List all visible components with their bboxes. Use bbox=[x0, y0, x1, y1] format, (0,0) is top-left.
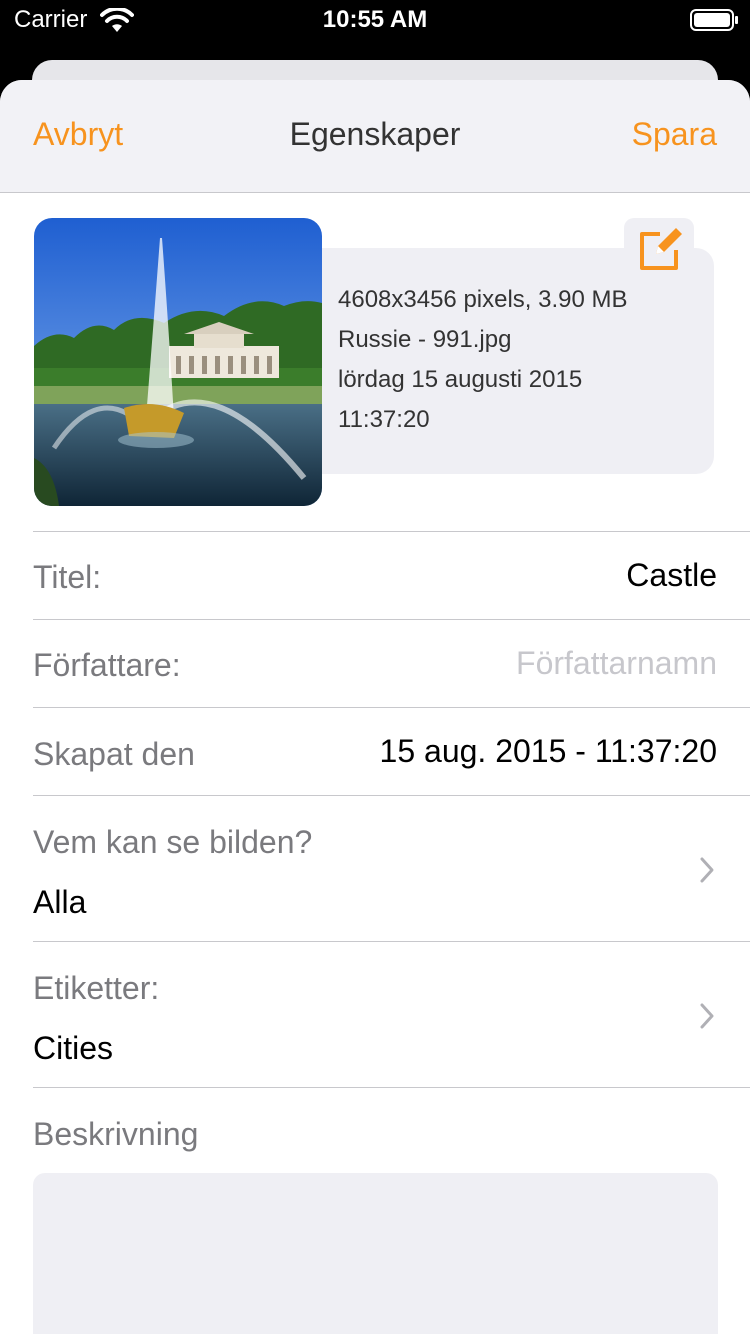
image-thumbnail[interactable] bbox=[34, 218, 322, 506]
created-label: Skapat den bbox=[33, 736, 195, 772]
title-label: Titel: bbox=[33, 559, 102, 595]
privacy-value: Alla bbox=[33, 884, 87, 920]
privacy-label: Vem kan se bilden? bbox=[33, 824, 313, 860]
clock: 10:55 AM bbox=[322, 6, 428, 33]
image-time: 11:37:20 bbox=[338, 406, 430, 433]
edit-icon bbox=[640, 228, 682, 270]
created-row[interactable]: Skapat den 15 aug. 2015 - 11:37:20 bbox=[33, 708, 717, 795]
title-row[interactable]: Titel: Castle bbox=[33, 532, 717, 619]
image-date: lördag 15 augusti 2015 bbox=[338, 366, 583, 393]
navigation-bar: Avbryt Egenskaper Spara bbox=[0, 80, 750, 193]
save-button[interactable]: Spara bbox=[632, 116, 717, 153]
status-bar: Carrier 10:55 AM bbox=[0, 0, 750, 44]
author-field[interactable]: Författarnamn bbox=[516, 645, 717, 682]
image-dimensions: 4608x3456 pixels, 3.90 MB bbox=[338, 286, 628, 313]
fountain-photo bbox=[34, 218, 322, 506]
edit-image-button[interactable] bbox=[624, 218, 694, 282]
author-row[interactable]: Författare: Författarnamn bbox=[33, 620, 717, 707]
tags-row[interactable]: Etiketter: Cities bbox=[33, 942, 717, 1087]
tags-label: Etiketter: bbox=[33, 970, 160, 1006]
created-date-field[interactable]: 15 aug. 2015 - 11:37:20 bbox=[380, 733, 717, 770]
description-header: Beskrivning bbox=[33, 1088, 717, 1168]
description-label: Beskrivning bbox=[33, 1116, 199, 1152]
privacy-row[interactable]: Vem kan se bilden? Alla bbox=[33, 796, 717, 941]
author-label: Författare: bbox=[33, 647, 181, 683]
description-textarea[interactable] bbox=[33, 1173, 718, 1334]
title-field[interactable]: Castle bbox=[626, 557, 717, 594]
battery-icon bbox=[690, 9, 738, 31]
properties-sheet: Avbryt Egenskaper Spara 4608x3456 pixels… bbox=[0, 80, 750, 1334]
chevron-right-icon bbox=[700, 857, 714, 883]
image-filename: Russie - 991.jpg bbox=[338, 326, 512, 353]
tags-value: Cities bbox=[33, 1030, 114, 1066]
chevron-right-icon bbox=[700, 1003, 714, 1029]
